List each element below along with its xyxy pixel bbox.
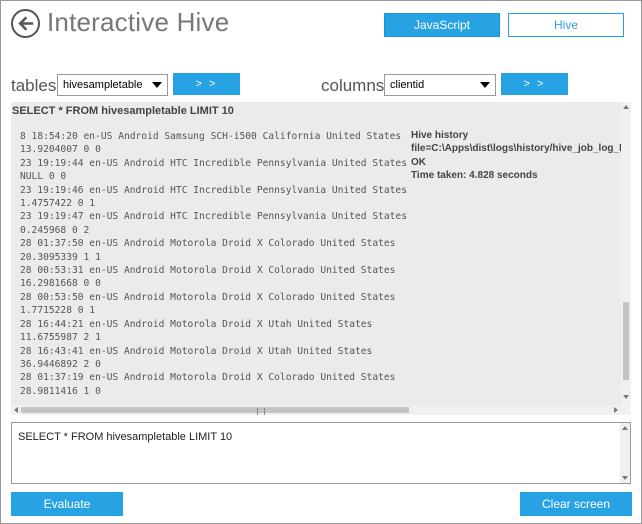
javascript-mode-button[interactable]: JavaScript — [384, 13, 500, 37]
scroll-down-icon[interactable] — [623, 395, 629, 399]
output-line: 28 16:43:41 en-US Android Motorola Droid… — [20, 345, 373, 357]
scroll-up-icon[interactable] — [622, 426, 628, 430]
app-window: Interactive Hive JavaScript Hive tables … — [0, 0, 642, 524]
hive-info-line: OK — [411, 156, 426, 168]
output-line: 1.4757422 0 1 — [20, 198, 96, 210]
output-line: 36.9446892 2 0 — [20, 358, 101, 370]
scroll-down-icon[interactable] — [622, 476, 628, 480]
output-line: 11.6755987 2 1 — [20, 332, 101, 344]
output-query-header: SELECT * FROM hivesampletable LIMIT 10 — [12, 105, 234, 117]
output-line: 28 01:37:19 en-US Android Motorola Droid… — [20, 372, 396, 384]
columns-go-button[interactable]: > > — [501, 73, 568, 95]
arrow-left-icon — [18, 16, 34, 31]
evaluate-button[interactable]: Evaluate — [11, 492, 123, 516]
output-line: 28.9811416 1 0 — [20, 385, 101, 397]
output-line: 0.245968 0 2 — [20, 224, 90, 236]
scroll-thumb[interactable] — [21, 407, 409, 415]
output-line: NULL 0 0 — [20, 171, 67, 183]
output-horizontal-scrollbar[interactable] — [11, 405, 621, 415]
query-input[interactable]: SELECT * FROM hivesampletable LIMIT 10 — [11, 422, 631, 484]
output-line: 28 01:37:50 en-US Android Motorola Droid… — [20, 238, 396, 250]
output-panel[interactable]: SELECT * FROM hivesampletable LIMIT 10 8… — [11, 102, 631, 415]
output-line: 16.2981668 0 0 — [20, 278, 101, 290]
hive-info-line: Hive history — [411, 130, 469, 141]
output-line: 1.7715228 0 1 — [20, 305, 96, 317]
hive-mode-button[interactable]: Hive — [508, 13, 624, 37]
tables-go-button[interactable]: > > — [173, 73, 240, 95]
query-input-text: SELECT * FROM hivesampletable LIMIT 10 — [18, 431, 233, 443]
output-line: 23 19:19:44 en-US Android HTC Incredible… — [20, 157, 407, 169]
columns-select[interactable]: clientid — [384, 74, 496, 96]
hive-info-line: file=C:\Apps\dist\logs\history/hive_job_… — [411, 143, 627, 155]
scroll-left-icon[interactable] — [14, 407, 18, 413]
grip-icon — [257, 408, 265, 415]
scroll-right-icon[interactable] — [614, 407, 618, 413]
tables-select-value: hivesampletable — [63, 79, 143, 91]
app-title: Interactive Hive — [47, 7, 230, 37]
columns-select-value: clientid — [390, 79, 425, 91]
output-line: 8 18:54:20 en-US Android Samsung SCH-i50… — [20, 131, 402, 142]
chevron-down-icon — [480, 82, 490, 88]
back-button[interactable] — [11, 9, 40, 38]
output-vertical-scrollbar[interactable] — [621, 102, 631, 415]
output-line: 13.9204007 0 0 — [20, 144, 101, 156]
columns-label: columns — [321, 76, 385, 95]
output-line: 20.3095339 1 1 — [20, 251, 101, 263]
output-line: 28 16:44:21 en-US Android Motorola Droid… — [20, 318, 373, 330]
output-line: 28 00:53:31 en-US Android Motorola Droid… — [20, 265, 396, 277]
hive-info-line: Time taken: 4.828 seconds — [411, 170, 538, 182]
clear-screen-button[interactable]: Clear screen — [520, 492, 632, 516]
query-vertical-scrollbar[interactable] — [620, 423, 630, 483]
hive-history-info: Hive history file=C:\Apps\dist\logs\histo… — [411, 129, 626, 183]
output-line: 23 19:19:46 en-US Android HTC Incredible… — [20, 184, 407, 196]
tables-label: tables — [11, 76, 57, 95]
tables-select[interactable]: hivesampletable — [57, 74, 168, 96]
scroll-thumb[interactable] — [623, 302, 629, 380]
output-result-lines: 8 18:54:20 en-US Android Samsung SCH-i50… — [20, 130, 407, 398]
output-line: 23 19:19:47 en-US Android HTC Incredible… — [20, 211, 407, 223]
scroll-up-icon[interactable] — [623, 105, 629, 109]
chevron-down-icon — [152, 82, 162, 88]
output-line: 28 00:53:50 en-US Android Motorola Droid… — [20, 291, 396, 303]
